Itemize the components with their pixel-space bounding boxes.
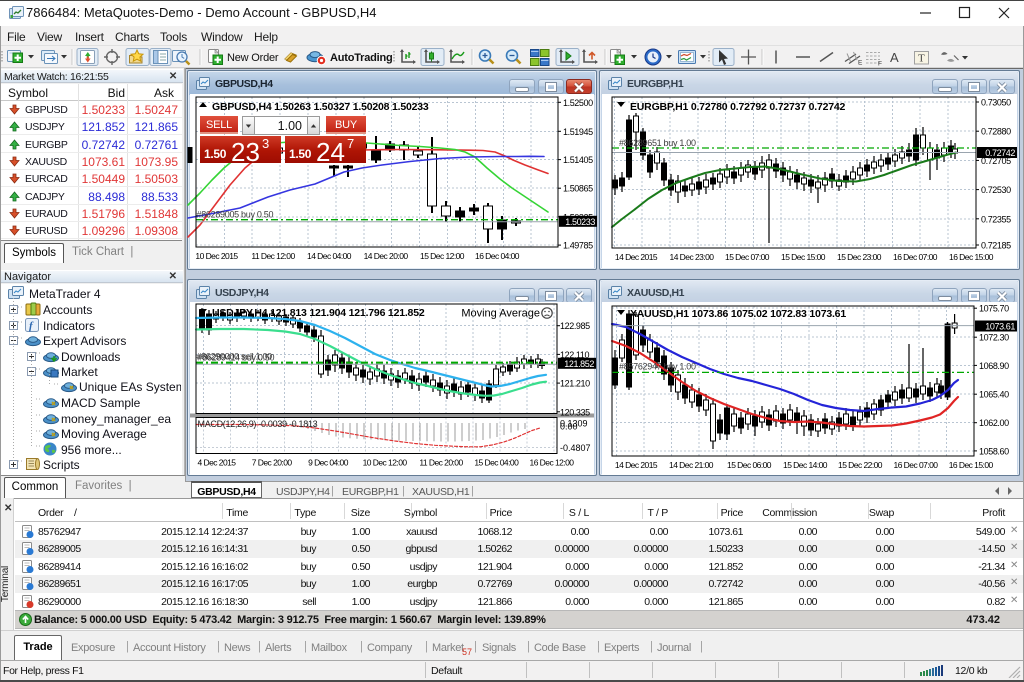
svg-text:GBPUSD,H4 1.50263 1.50327 1.5: GBPUSD,H4 1.50263 1.50327 1.50208 1.5023…: [212, 101, 429, 113]
svg-text:14 Dec 2015: 14 Dec 2015: [615, 460, 658, 470]
svg-text:16 Dec 15:00: 16 Dec 15:00: [949, 460, 994, 470]
svg-text:15 Dec 14:00: 15 Dec 14:00: [783, 460, 828, 470]
svg-text:MACD(12,26,9) -0.0039 -0.1813: MACD(12,26,9) -0.0039 -0.1813: [198, 419, 318, 429]
svg-text:14 Dec 23:00: 14 Dec 23:00: [670, 252, 715, 262]
svg-text:11 Dec 12:00: 11 Dec 12:00: [251, 251, 295, 261]
svg-text:15 Dec 12:00: 15 Dec 12:00: [420, 251, 465, 261]
svg-text:14 Dec 04:00: 14 Dec 04:00: [307, 251, 352, 261]
svg-text:1073.61: 1073.61: [985, 322, 1015, 332]
svg-text:1065.40: 1065.40: [979, 390, 1009, 400]
svg-text:#85762947 buy 1.00: #85762947 buy 1.00: [619, 362, 696, 372]
svg-text:10 Dec 2015: 10 Dec 2015: [195, 251, 238, 261]
svg-text:1075.70: 1075.70: [979, 304, 1009, 314]
svg-text:0.72355: 0.72355: [981, 214, 1011, 224]
svg-text:15 Dec 15:00: 15 Dec 15:00: [781, 252, 826, 262]
svg-text:AutoTrading: AutoTrading: [330, 52, 393, 64]
svg-text:15 Dec 22:00: 15 Dec 22:00: [838, 460, 883, 470]
svg-text:11 Dec 20:00: 11 Dec 20:00: [419, 458, 463, 468]
svg-text:15 Dec 06:00: 15 Dec 06:00: [727, 460, 772, 470]
svg-text:14 Dec 20:00: 14 Dec 20:00: [364, 251, 409, 261]
svg-text:121.852: 121.852: [564, 359, 594, 369]
svg-text:#86289414 buy 0.50: #86289414 buy 0.50: [198, 353, 275, 363]
svg-text:1068.90: 1068.90: [979, 361, 1009, 371]
svg-text:1.51945: 1.51945: [563, 127, 593, 137]
svg-text:#86289651 buy 1.00: #86289651 buy 1.00: [619, 138, 696, 148]
svg-text:15 Dec 07:00: 15 Dec 07:00: [725, 252, 770, 262]
svg-text:14 Dec 21:00: 14 Dec 21:00: [669, 460, 714, 470]
svg-text:16 Dec 07:00: 16 Dec 07:00: [893, 252, 938, 262]
svg-text:16 Dec 04:00: 16 Dec 04:00: [475, 251, 520, 261]
svg-text:0.72880: 0.72880: [981, 127, 1011, 137]
svg-text:121.210: 121.210: [560, 379, 590, 389]
svg-text:XAUUSD,H1 1073.86 1075.02 107: XAUUSD,H1 1073.86 1075.02 1072.83 1073.6…: [630, 308, 846, 320]
svg-text:E: E: [858, 60, 863, 67]
svg-text:A: A: [890, 50, 899, 65]
svg-text:1.50233: 1.50233: [565, 217, 595, 227]
svg-text:F: F: [878, 61, 882, 68]
svg-text:0.72742: 0.72742: [985, 148, 1015, 158]
svg-text:0.72530: 0.72530: [981, 185, 1011, 195]
svg-text:New Order: New Order: [227, 52, 279, 64]
svg-text:16 Dec 07:00: 16 Dec 07:00: [894, 460, 939, 470]
svg-text:10 Dec 12:00: 10 Dec 12:00: [363, 458, 408, 468]
svg-text:-0.4807: -0.4807: [560, 443, 591, 453]
svg-text:EURGBP,H1 0.72780 0.72792 0.7: EURGBP,H1 0.72780 0.72792 0.72737 0.7274…: [630, 101, 846, 113]
svg-text:0.73050: 0.73050: [981, 98, 1011, 108]
svg-text:1.51405: 1.51405: [563, 155, 593, 165]
svg-text:4 Dec 2015: 4 Dec 2015: [198, 458, 237, 468]
svg-text:Moving Average: Moving Average: [461, 308, 540, 320]
svg-text:16 Dec 12:00: 16 Dec 12:00: [530, 458, 575, 468]
svg-text:1.52500: 1.52500: [563, 98, 593, 108]
svg-text:0.72185: 0.72185: [981, 241, 1011, 251]
svg-text:1062.00: 1062.00: [979, 418, 1009, 428]
svg-text:T: T: [918, 53, 925, 65]
svg-text:14 Dec 2015: 14 Dec 2015: [615, 252, 658, 262]
svg-text:1072.30: 1072.30: [979, 333, 1009, 343]
svg-text:9 Dec 04:00: 9 Dec 04:00: [308, 458, 349, 468]
svg-text:#86289005 buy 0.50: #86289005 buy 0.50: [197, 210, 274, 220]
svg-text:1.49785: 1.49785: [563, 241, 593, 251]
svg-text:0.00: 0.00: [560, 422, 578, 432]
svg-text:7 Dec 20:00: 7 Dec 20:00: [252, 458, 293, 468]
svg-text:1058.60: 1058.60: [979, 446, 1009, 456]
svg-text:USDJPY,H4 121.813 121.904 121: USDJPY,H4 121.813 121.904 121.796 121.85…: [212, 307, 425, 319]
svg-text:122.985: 122.985: [560, 321, 590, 331]
svg-text:15 Dec 04:00: 15 Dec 04:00: [474, 458, 519, 468]
svg-text:120.335: 120.335: [560, 407, 590, 417]
svg-text:15 Dec 23:00: 15 Dec 23:00: [837, 252, 882, 262]
svg-text:1.50865: 1.50865: [563, 184, 593, 194]
svg-text:16 Dec 15:00: 16 Dec 15:00: [949, 252, 994, 262]
